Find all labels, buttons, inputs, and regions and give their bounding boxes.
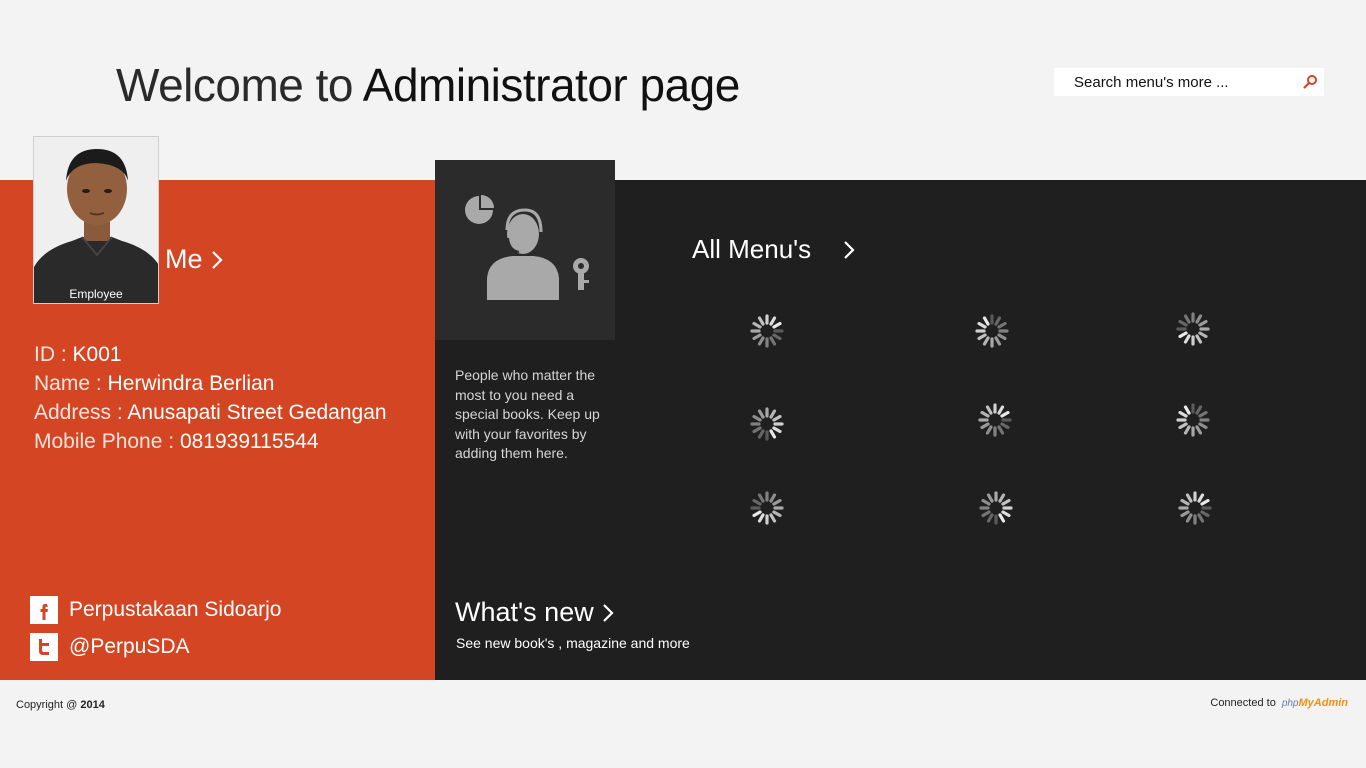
- all-menus-label: All Menu's: [692, 234, 812, 264]
- twitter-link[interactable]: @PerpuSDA: [30, 633, 190, 661]
- avatar[interactable]: Employee: [33, 136, 159, 304]
- avatar-caption: Employee: [69, 287, 123, 301]
- name-label: Name :: [34, 372, 108, 395]
- page-title-main: Administrator page: [362, 59, 741, 111]
- search-box: [1054, 68, 1324, 96]
- phone-row: Mobile Phone : 081939115544: [34, 427, 387, 456]
- whats-new-label: What's new: [455, 597, 594, 627]
- me-link[interactable]: Me: [165, 244, 223, 275]
- profile-info: ID : K001 Name : Herwindra Berlian Addre…: [34, 340, 387, 456]
- copyright-label: Copyright @: [16, 699, 81, 711]
- menu-loading-spinner[interactable]: [1176, 312, 1210, 346]
- address-row: Address : Anusapati Street Gedangan: [34, 398, 387, 427]
- twitter-icon: [30, 633, 58, 661]
- spinner-icon: [750, 314, 784, 348]
- chevron-right-icon: [602, 603, 614, 622]
- chevron-right-icon: [211, 250, 223, 269]
- id-value: K001: [72, 343, 122, 366]
- spinner-icon: [1178, 491, 1212, 525]
- search-input[interactable]: [1054, 68, 1296, 96]
- twitter-label: @PerpuSDA: [69, 635, 190, 658]
- search-button[interactable]: [1296, 68, 1324, 96]
- phone-label: Mobile Phone :: [34, 430, 180, 453]
- user-key-chart-icon: [465, 195, 589, 300]
- tile-description: People who matter the most to you need a…: [455, 367, 600, 461]
- copyright-year: 2014: [80, 699, 105, 711]
- spinner-icon: [750, 407, 784, 441]
- menu-loading-spinner[interactable]: [750, 407, 784, 441]
- all-menus-link[interactable]: All Menu's: [692, 234, 855, 265]
- menu-loading-spinner[interactable]: [1176, 403, 1210, 437]
- page-title: Welcome to Administrator page: [116, 58, 740, 112]
- whats-new-link[interactable]: What's new: [455, 597, 614, 628]
- spinner-icon: [1176, 312, 1210, 346]
- id-row: ID : K001: [34, 340, 387, 369]
- connection-status: Connected to phpMyAdmin: [1210, 697, 1348, 709]
- spinner-icon: [978, 403, 1012, 437]
- page-title-prefix: Welcome to: [116, 59, 363, 111]
- phpmyadmin-logo-php: php: [1281, 698, 1299, 709]
- search-icon: [1303, 75, 1317, 89]
- phpmyadmin-logo-my: MyAdmin: [1298, 697, 1349, 709]
- spinner-icon: [750, 491, 784, 525]
- menu-loading-spinner[interactable]: [978, 403, 1012, 437]
- whats-new-subtitle: See new book's , magazine and more: [456, 635, 690, 651]
- id-label: ID :: [34, 343, 73, 366]
- people-tile[interactable]: [435, 160, 615, 340]
- menu-loading-spinner[interactable]: [979, 491, 1013, 525]
- spinner-icon: [975, 314, 1009, 348]
- spinner-icon: [1176, 403, 1210, 437]
- facebook-icon: [30, 596, 58, 624]
- facebook-link[interactable]: Perpustakaan Sidoarjo: [30, 596, 281, 624]
- name-value: Herwindra Berlian: [107, 372, 275, 395]
- phone-value: 081939115544: [179, 430, 319, 453]
- menu-loading-spinner[interactable]: [975, 314, 1009, 348]
- address-value: Anusapati Street Gedangan: [127, 401, 387, 424]
- chevron-right-icon: [844, 240, 855, 259]
- name-row: Name : Herwindra Berlian: [34, 369, 387, 398]
- phpmyadmin-logo[interactable]: phpMyAdmin: [1282, 697, 1348, 709]
- menu-loading-spinner[interactable]: [750, 314, 784, 348]
- me-label: Me: [165, 244, 203, 274]
- connected-label: Connected to: [1210, 697, 1276, 709]
- spinner-icon: [979, 491, 1013, 525]
- copyright: Copyright @ 2014: [16, 699, 105, 711]
- facebook-label: Perpustakaan Sidoarjo: [69, 598, 282, 621]
- avatar-picture: [34, 137, 158, 303]
- address-label: Address :: [34, 401, 128, 424]
- menu-loading-spinner[interactable]: [1178, 491, 1212, 525]
- menu-loading-spinner[interactable]: [750, 491, 784, 525]
